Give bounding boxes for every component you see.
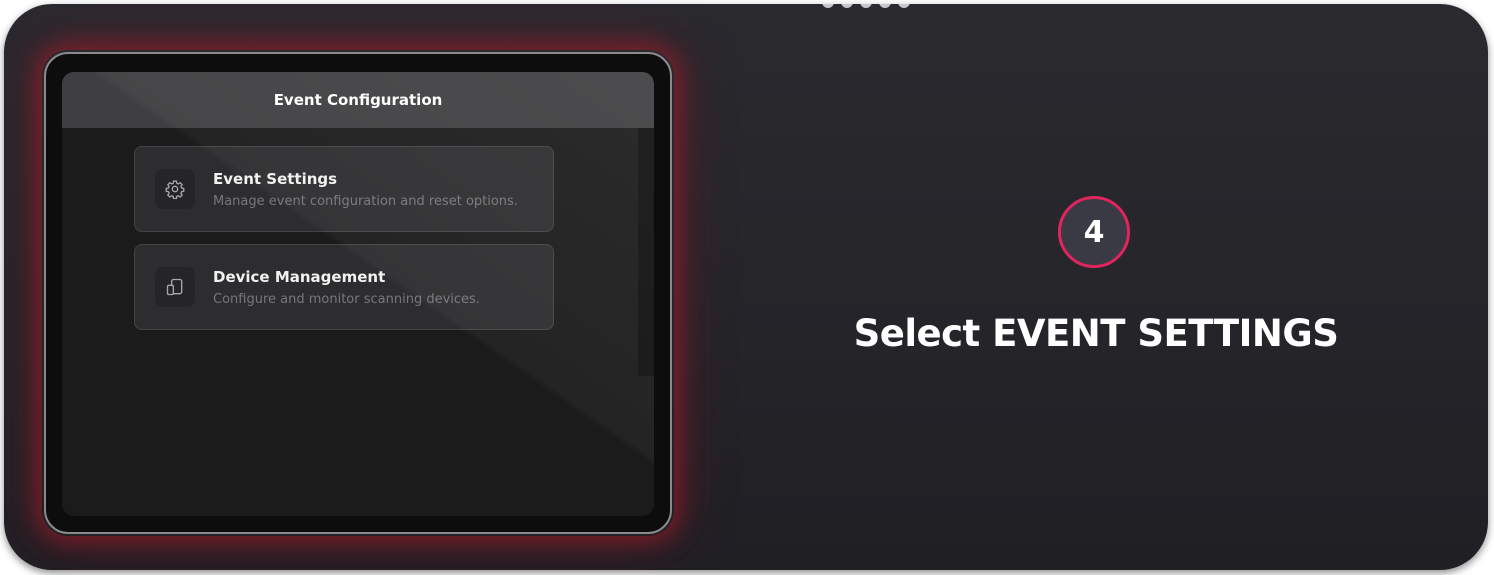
- event-settings-title: Event Settings: [213, 169, 338, 188]
- page-dot: [898, 4, 910, 8]
- app-header: Event Configuration: [62, 72, 654, 128]
- device-management-text: Device Management Configure and monitor …: [213, 268, 480, 307]
- tablet-device-icon: [155, 267, 195, 307]
- gear-icon: [155, 169, 195, 209]
- page-dot: [879, 4, 891, 8]
- page-indicator: [822, 4, 910, 8]
- tutorial-panel: Event Configuration Event Settings Manag…: [4, 4, 1488, 570]
- device-management-title: Device Management: [213, 267, 386, 286]
- event-settings-description: Manage event configuration and reset opt…: [213, 193, 518, 209]
- page-dot: [822, 4, 834, 8]
- event-settings-card[interactable]: Event Settings Manage event configuratio…: [134, 146, 554, 232]
- screen-side-bar: [638, 128, 654, 376]
- device-management-card[interactable]: Device Management Configure and monitor …: [134, 244, 554, 330]
- device-management-description: Configure and monitor scanning devices.: [213, 291, 480, 307]
- tablet-device-frame: Event Configuration Event Settings Manag…: [44, 52, 672, 534]
- step-instruction: Select EVENT SETTINGS: [853, 312, 1339, 355]
- event-settings-text: Event Settings Manage event configuratio…: [213, 170, 518, 209]
- page-dot: [860, 4, 872, 8]
- step-number: 4: [1083, 214, 1105, 250]
- page-dot: [841, 4, 853, 8]
- page-title: Event Configuration: [273, 91, 443, 109]
- step-number-badge: 4: [1058, 196, 1130, 268]
- tablet-screen: Event Configuration Event Settings Manag…: [62, 72, 654, 516]
